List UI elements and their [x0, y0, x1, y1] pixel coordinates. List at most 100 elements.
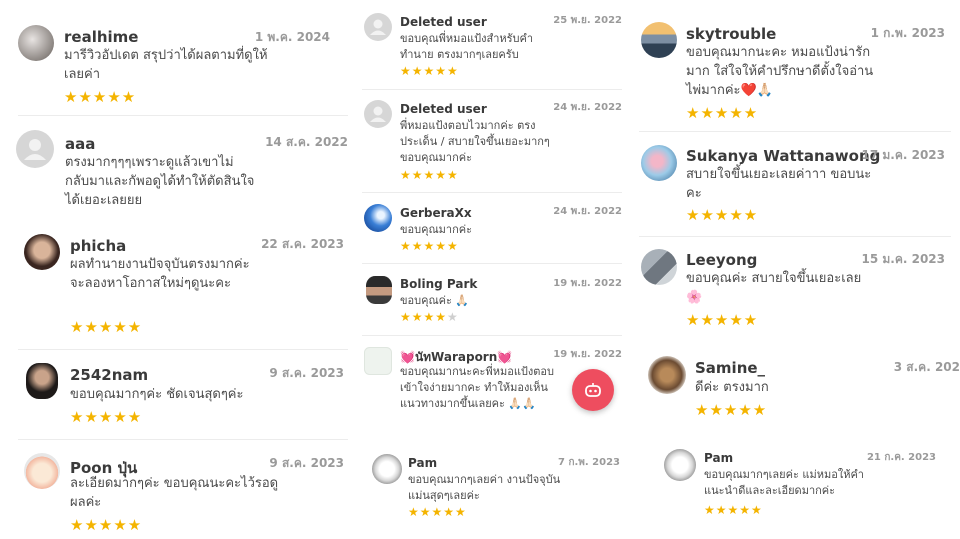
review-divider: [362, 89, 622, 90]
star-rating: ★★★★★: [400, 310, 459, 324]
review-date: 9 ส.ค. 2023: [269, 456, 344, 470]
review-date: 19 พ.ย. 2022: [553, 349, 622, 360]
review-date: 24 พ.ย. 2022: [553, 102, 622, 113]
review-date: 17 ม.ค. 2023: [861, 148, 945, 162]
cartoon-avatar[interactable]: [24, 453, 60, 489]
review-date: 25 พ.ย. 2022: [553, 15, 622, 26]
sunset-landscape-avatar[interactable]: [641, 22, 677, 58]
review-divider: [362, 263, 622, 264]
default-user-avatar[interactable]: [364, 100, 392, 128]
reviewer-name[interactable]: Pam: [408, 456, 437, 470]
review-text: ขอบคุณมากนะคะ หมอแป้งน่ารักมาก ใส่ใจให้ค…: [686, 45, 874, 98]
woman-dark-portrait-avatar[interactable]: [26, 363, 58, 399]
white-dog-avatar[interactable]: [664, 449, 696, 481]
review-date: 1 ก.พ. 2023: [870, 26, 945, 40]
street-photo-avatar[interactable]: [641, 249, 677, 285]
review-card: Pam 7 ก.พ. 2023 ขอบคุณมากๆเลยค่า งานปัจจ…: [372, 454, 622, 524]
review-text: ขอบคุณมากค่ะ: [400, 223, 473, 236]
review-card: Boling Park 19 พ.ย. 2022 ขอบคุณค่ะ 🙏🏻 ★★…: [366, 276, 622, 328]
reviewer-name[interactable]: skytrouble: [686, 25, 776, 43]
review-divider: [362, 335, 622, 336]
default-user-avatar[interactable]: [364, 13, 392, 41]
star-rating: ★★★★★: [400, 168, 459, 182]
star-rating: ★★★★★: [704, 503, 763, 517]
review-card: skytrouble 1 ก.พ. 2023 ขอบคุณมากนะคะ หมอ…: [641, 22, 953, 122]
review-text: ขอบคุณมากๆเลยค่ะ แม่หมอให้คำแนะนำดีและละ…: [704, 468, 864, 497]
chat-assistant-icon: [585, 383, 601, 397]
sunglasses-portrait-avatar[interactable]: [366, 276, 392, 304]
star-rating: ★★★★★: [408, 505, 467, 519]
review-card: Pam 21 ก.ค. 2023 ขอบคุณมากๆเลยค่ะ แม่หมอ…: [664, 449, 940, 521]
reviewer-name[interactable]: 2542nam: [70, 366, 148, 384]
review-card: Sukanya Wattanawong 17 ม.ค. 2023 สบายใจข…: [641, 145, 953, 225]
illustration-avatar[interactable]: [364, 347, 392, 375]
review-text: ขอบคุณมากนะคะพี่หมอแป้งตอบเข้าใจง่ายมากค…: [400, 365, 554, 410]
review-date: 14 ส.ค. 2022: [265, 135, 348, 149]
reviewer-name[interactable]: realhime: [64, 28, 138, 46]
review-card: aaa 14 ส.ค. 2022 ตรงมากๆๆๆเพราะดูแล้วเขา…: [16, 130, 348, 220]
review-text: ขอบคุณค่ะ สบายใจขึ้นเยอะเลย🌸: [686, 271, 862, 305]
review-column-3: skytrouble 1 ก.พ. 2023 ขอบคุณมากนะคะ หมอ…: [635, 0, 960, 539]
star-rating: ★★★★★: [686, 206, 759, 224]
review-divider: [18, 349, 348, 350]
reviewer-name[interactable]: Leeyong: [686, 251, 757, 269]
reviewer-name[interactable]: Sukanya Wattanawong: [686, 147, 880, 165]
review-text: ขอบคุณมากๆเลยค่า งานปัจจุบันแม่นสุดๆเลยค…: [408, 473, 561, 502]
reviewer-name[interactable]: aaa: [65, 135, 95, 153]
review-text: ขอบคุณมากๆค่ะ ชัดเจนสุดๆค่ะ: [70, 387, 244, 402]
reviewer-name[interactable]: Deleted user: [400, 15, 487, 29]
star-rating: ★★★★★: [686, 104, 759, 122]
review-divider: [639, 236, 951, 237]
review-date: 15 ม.ค. 2023: [861, 252, 945, 266]
star-rating: ★★★★★: [64, 88, 137, 106]
chat-assistant-button[interactable]: [572, 369, 614, 411]
star-rating: ★★★★★: [400, 239, 459, 253]
review-card: Deleted user 24 พ.ย. 2022 พี่หมอแป้งตอบไ…: [364, 100, 622, 184]
review-card: Poon ปุ่น 9 ส.ค. 2023 ละเอียดมากๆค่ะ ขอบ…: [24, 453, 344, 537]
review-date: 24 พ.ย. 2022: [553, 206, 622, 217]
review-divider: [362, 192, 622, 193]
review-text: มารีวิวอัปเดต สรุปว่าได้ผลตามที่ดูให้เลย…: [64, 48, 268, 82]
reviewer-name[interactable]: phicha: [70, 237, 126, 255]
review-text: ดีค่ะ ตรงมาก: [695, 380, 769, 395]
review-card: phicha 22 ส.ค. 2023 ผลทำนายงานปัจจุบันตร…: [24, 234, 344, 336]
review-card: realhime 1 พ.ค. 2024 มารีวิวอัปเดต สรุปว…: [18, 25, 338, 115]
review-text: ผลทำนายงานปัจจุบันตรงมากค่ะ จะลองหาโอกาส…: [70, 257, 250, 291]
review-date: 9 ส.ค. 2023: [269, 366, 344, 380]
reviewer-name[interactable]: Samine_: [695, 359, 765, 377]
review-text: ละเอียดมากๆค่ะ ขอบคุณนะคะไว้รอดูผลค่ะ: [70, 476, 279, 510]
family-photo-avatar[interactable]: [641, 145, 677, 181]
review-divider: [18, 439, 348, 440]
woman-portrait-avatar[interactable]: [24, 234, 60, 270]
review-column-2: Deleted user 25 พ.ย. 2022 ขอบคุณพี่หมอแป…: [358, 0, 628, 539]
review-text: สบายใจขึ้นเยอะเลยค่าาา ขอบนะคะ: [686, 167, 872, 201]
star-rating: ★★★★★: [70, 408, 143, 426]
review-text: ขอบคุณพี่หมอแป้งสำหรับคำทำนาย ตรงมากๆเลย…: [400, 32, 534, 61]
cat-photo-avatar[interactable]: [18, 25, 54, 61]
review-text: ตรงมากๆๆๆเพราะดูแล้วเขาไม่กลับมาและกัพอด…: [65, 155, 255, 208]
review-text: พี่หมอแป้งตอบไวมากค่ะ ตรงประเด็น / สบายใ…: [400, 119, 550, 164]
reviewer-name[interactable]: Pam: [704, 451, 733, 465]
review-date: 19 พ.ย. 2022: [553, 278, 622, 289]
star-rating: ★★★★★: [70, 516, 143, 534]
review-date: 22 ส.ค. 2023: [261, 237, 344, 251]
review-card: 2542nam 9 ส.ค. 2023 ขอบคุณมากๆค่ะ ชัดเจน…: [26, 363, 344, 433]
review-date: 21 ก.ค. 2023: [866, 452, 936, 463]
star-rating: ★★★★★: [70, 318, 143, 336]
reviewer-name[interactable]: Deleted user: [400, 102, 487, 116]
star-rating: ★★★★★: [686, 311, 759, 329]
review-card: Deleted user 25 พ.ย. 2022 ขอบคุณพี่หมอแป…: [364, 13, 622, 83]
review-column-1: realhime 1 พ.ค. 2024 มารีวิวอัปเดต สรุปว…: [0, 0, 355, 539]
reviewer-name[interactable]: Boling Park: [400, 277, 477, 291]
review-card: Leeyong 15 ม.ค. 2023 ขอบคุณค่ะ สบายใจขึ้…: [641, 249, 953, 329]
food-photo-avatar[interactable]: [648, 356, 686, 394]
white-dog-avatar[interactable]: [372, 454, 402, 484]
reviewer-name[interactable]: GerberaXx: [400, 206, 472, 220]
default-user-avatar[interactable]: [16, 130, 54, 168]
review-date: 7 ก.พ. 2023: [558, 457, 620, 468]
review-date: 1 พ.ค. 2024: [254, 30, 330, 44]
review-date: 3 ส.ค. 202: [893, 360, 960, 374]
review-divider: [639, 131, 951, 132]
blue-sky-avatar[interactable]: [364, 204, 392, 232]
star-rating: ★★★★★: [400, 64, 459, 78]
